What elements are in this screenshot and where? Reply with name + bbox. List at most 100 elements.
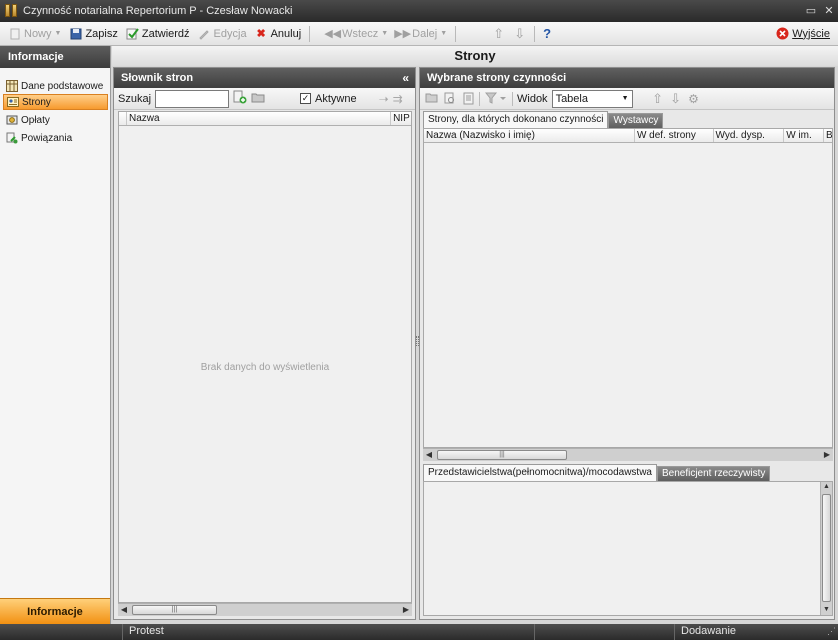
arrow-down-icon: ⇩: [514, 25, 526, 41]
nav-header: Informacje: [0, 46, 110, 68]
arrow-right-icon[interactable]: ➝: [379, 92, 389, 106]
scroll-right-icon[interactable]: ▶: [821, 449, 833, 461]
tab-przedstawicielstwa[interactable]: Przedstawicielstwa(pełnomocnitwa)/mocoda…: [423, 464, 657, 481]
resize-grip-icon[interactable]: ⋰: [827, 626, 836, 637]
toolbar-separator: [534, 25, 536, 42]
new-document-icon: [8, 27, 21, 40]
open-folder-icon[interactable]: [251, 91, 266, 107]
open-folder-icon[interactable]: [425, 92, 439, 106]
selected-parties-grid: Nazwa (Nazwisko i imię) W def. strony Wy…: [423, 128, 833, 448]
scroll-right-icon[interactable]: ▶: [400, 604, 412, 616]
tab-strony-czynnosci[interactable]: Strony, dla których dokonano czynności: [423, 111, 609, 128]
link-icon: [6, 132, 18, 144]
document-list-icon[interactable]: [461, 92, 475, 106]
search-input[interactable]: [155, 89, 230, 108]
close-window-button[interactable]: ✕: [820, 2, 838, 20]
search-row: Szukaj ✓ Aktywne ➝ ⇉: [114, 88, 415, 110]
settings-icon[interactable]: ⚙: [687, 92, 701, 106]
view-select[interactable]: Tabela ▼: [551, 89, 633, 108]
restore-button[interactable]: ▭: [802, 2, 820, 20]
scroll-left-icon[interactable]: ◀: [118, 604, 130, 616]
edit-button-label: Edycja: [213, 27, 247, 40]
toolbar-separator: [309, 25, 311, 42]
grid-header: Nazwa NIP: [119, 112, 411, 126]
selected-parties-panel: Wybrane strony czynności Widok Tabela ▼ …: [419, 67, 835, 620]
column-header-b[interactable]: B: [824, 129, 832, 142]
new-button[interactable]: Nowy ▼: [4, 24, 65, 44]
toolbar-separator: [512, 91, 513, 106]
tab-beneficjent[interactable]: Beneficjent rzeczywisty: [656, 466, 771, 481]
column-header-nazwa[interactable]: Nazwa: [127, 112, 392, 125]
selected-parties-toolbar: Widok Tabela ▼ ⇧ ⇩ ⚙: [420, 88, 834, 110]
filter-icon[interactable]: [484, 92, 508, 106]
move-down-button[interactable]: ⇩: [509, 24, 530, 44]
new-button-label: Nowy: [24, 27, 52, 40]
scroll-thumb[interactable]: |||: [132, 605, 217, 615]
status-mode: Dodawanie: [674, 624, 824, 640]
chevron-down-icon: ▼: [381, 30, 389, 37]
table-icon: [6, 80, 18, 92]
back-button[interactable]: ◀◀ Wstecz ▼: [322, 24, 392, 44]
column-header-nip[interactable]: NIP: [391, 112, 411, 125]
horizontal-scrollbar[interactable]: ◀ ||| ▶: [118, 603, 412, 616]
nav-item-dane-podstawowe[interactable]: Dane podstawowe: [3, 78, 108, 94]
column-header-w-def-strony[interactable]: W def. strony: [635, 129, 714, 142]
transfer-icon[interactable]: ⇉: [393, 92, 403, 106]
column-header-wyd-dysp[interactable]: Wyd. dysp.: [714, 129, 785, 142]
chevron-down-icon: ▼: [54, 30, 62, 37]
arrow-up-icon: ⇧: [493, 25, 505, 41]
scroll-left-icon[interactable]: ◀: [423, 449, 435, 461]
arrow-up-icon[interactable]: ⇧: [651, 91, 665, 106]
status-document-type: Protest: [122, 624, 534, 640]
double-left-arrow-icon: ◀◀: [324, 28, 342, 40]
search-label: Szukaj: [118, 92, 152, 105]
cancel-button-label: Anuluj: [270, 27, 302, 40]
app-icon: [5, 4, 19, 18]
save-button[interactable]: Zapisz: [65, 24, 121, 44]
scroll-down-icon[interactable]: ▼: [821, 605, 832, 615]
bottom-tabs: Przedstawicielstwa(pełnomocnitwa)/mocoda…: [423, 464, 771, 481]
view-label: Widok: [517, 92, 548, 105]
toolbar-separator: [479, 91, 480, 106]
scroll-thumb[interactable]: [822, 494, 831, 602]
parties-dictionary-panel: Słownik stron « Szukaj ✓ Aktywne ➝ ⇉ Naz…: [113, 67, 416, 620]
arrow-down-icon[interactable]: ⇩: [669, 91, 683, 106]
cancel-button[interactable]: ✖ Anuluj: [251, 24, 306, 44]
vertical-scrollbar[interactable]: ▲ ▼: [820, 482, 832, 615]
panel-title: Wybrane strony czynności: [427, 72, 567, 84]
grid-indicator-column: [119, 112, 127, 125]
column-header-w-im[interactable]: W im.: [784, 129, 825, 142]
nav-item-strony[interactable]: Strony: [3, 94, 108, 110]
active-checkbox[interactable]: ✓: [300, 93, 312, 104]
approve-button[interactable]: Zatwierdź: [122, 24, 194, 44]
scroll-thumb[interactable]: |||: [437, 450, 567, 460]
help-button[interactable]: ?: [539, 24, 555, 44]
title-bar: Czynność notarialna Repertorium P - Czes…: [0, 0, 838, 22]
pencil-icon: [198, 27, 211, 40]
scroll-up-icon[interactable]: ▲: [821, 482, 832, 492]
panel-header: Słownik stron «: [114, 68, 415, 88]
horizontal-scrollbar[interactable]: ◀ ||| ▶: [423, 448, 833, 461]
column-header-nazwa[interactable]: Nazwa (Nazwisko i imię): [424, 129, 635, 142]
document-search-icon[interactable]: [443, 92, 457, 106]
move-up-button[interactable]: ⇧: [488, 24, 509, 44]
nav-footer-informacje[interactable]: Informacje: [0, 598, 110, 624]
active-label: Aktywne: [315, 92, 357, 105]
exit-button[interactable]: Wyjście: [772, 24, 834, 44]
panel-title: Słownik stron: [121, 72, 194, 84]
add-party-icon[interactable]: [233, 90, 247, 107]
check-document-icon: [126, 27, 139, 40]
empty-message: Brak danych do wyświetlenia: [200, 362, 330, 373]
chevron-down-icon: ▼: [621, 95, 629, 102]
status-bar: Protest Dodawanie ⋰: [0, 624, 838, 640]
edit-button[interactable]: Edycja: [194, 24, 251, 44]
nav-item-powiazania[interactable]: Powiązania: [3, 130, 108, 146]
nav-item-oplaty[interactable]: Opłaty: [3, 112, 108, 128]
exit-icon: [776, 27, 789, 40]
help-icon: ?: [543, 26, 552, 41]
tab-wystawcy[interactable]: Wystawcy: [608, 113, 664, 128]
collapse-icon[interactable]: «: [402, 68, 409, 88]
save-button-label: Zapisz: [85, 27, 118, 40]
next-button[interactable]: ▶▶ Dalej ▼: [392, 24, 451, 44]
coins-icon: [6, 114, 18, 126]
